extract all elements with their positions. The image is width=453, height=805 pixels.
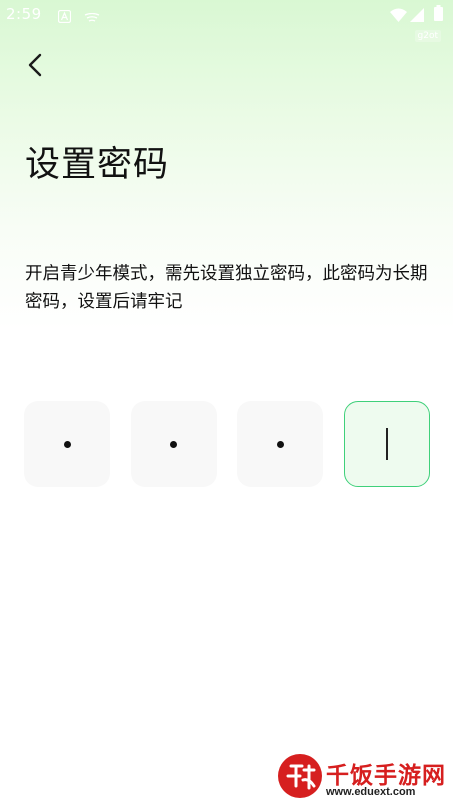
status-time: 2:59 (6, 5, 42, 23)
notification-a-icon (57, 8, 72, 27)
pin-box-2[interactable] (130, 401, 217, 487)
back-button[interactable] (18, 50, 52, 84)
text-cursor (385, 428, 388, 460)
status-tag: g2ot (414, 30, 441, 42)
cast-icon (84, 9, 100, 28)
pin-dot (170, 440, 178, 448)
battery-icon (434, 5, 443, 25)
wifi-icon (390, 7, 407, 26)
pin-dot (63, 440, 71, 448)
pin-dot (276, 440, 284, 448)
signal-icon (410, 7, 424, 26)
pin-input[interactable] (24, 401, 430, 487)
chevron-left-icon (28, 53, 42, 81)
watermark-logo-icon (276, 752, 324, 800)
page-description: 开启青少年模式，需先设置独立密码，此密码为长期密码，设置后请牢记 (25, 264, 428, 312)
pin-box-3[interactable] (237, 401, 324, 487)
status-bar: 2:59 g2ot (0, 0, 453, 42)
watermark-brand: 千饭手游网 (326, 763, 446, 789)
page-title: 设置密码 (25, 145, 170, 185)
pin-box-4-active[interactable] (343, 401, 430, 487)
watermark-url: www.eduext.com (326, 786, 416, 798)
pin-box-1[interactable] (24, 401, 110, 487)
